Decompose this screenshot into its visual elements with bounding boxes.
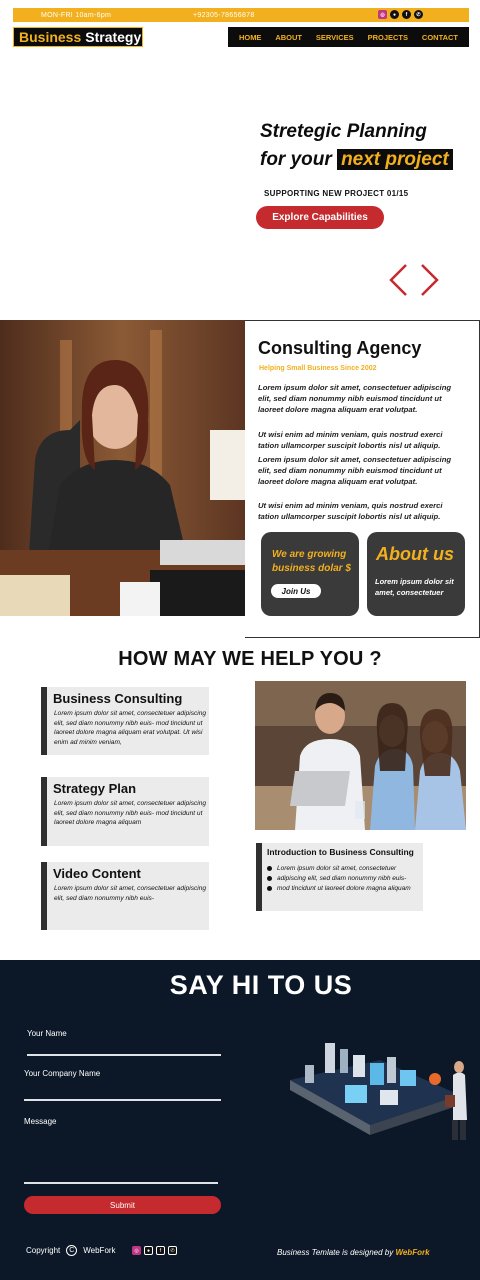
whatsapp-icon[interactable]: ✆ xyxy=(168,1246,177,1255)
service-video-content[interactable]: Video Content Lorem ipsum dolor sit amet… xyxy=(41,862,209,930)
list-item: Lorem ipsum dolor sit amet, consectetuer xyxy=(267,864,411,874)
hero-subtitle: SUPPORTING NEW PROJECT 01/15 xyxy=(264,189,409,198)
hero-highlight: next project xyxy=(337,149,453,170)
nav-services[interactable]: SERVICES xyxy=(316,33,354,42)
top-info-bar: MON-FRI 10am-6pm +92305-78656878 ◎ ● f ✆ xyxy=(13,8,469,22)
hero-line-2: for your next project xyxy=(260,146,453,174)
nav-home[interactable]: HOME xyxy=(239,33,262,42)
nav-contact[interactable]: CONTACT xyxy=(422,33,458,42)
message-field[interactable] xyxy=(24,1182,218,1184)
agency-subtitle: Helping Small Business Since 2002 xyxy=(259,365,377,372)
phone-number[interactable]: +92305-78656878 xyxy=(193,12,255,19)
smart-city-illustration xyxy=(290,1043,467,1140)
contact-heading: SAY HI TO US xyxy=(169,970,353,1000)
nav-about[interactable]: ABOUT xyxy=(275,33,302,42)
instagram-icon[interactable]: ◎ xyxy=(378,10,387,19)
service-business-consulting[interactable]: Business Consulting Lorem ipsum dolor si… xyxy=(41,687,209,755)
social-links: ◎ ● f ✆ xyxy=(378,10,423,19)
chevron-left-icon[interactable] xyxy=(388,263,408,297)
growing-text: We are growing business dolar $ xyxy=(272,549,351,574)
help-heading: HOW MAY WE HELP YOU ? xyxy=(118,648,382,670)
about-card: About us Lorem ipsum dolor sit amet, con… xyxy=(367,532,465,616)
hero-line-1: Stretegic Planning xyxy=(260,121,427,142)
footer-copyright: Copyright C WebFork xyxy=(26,1245,116,1256)
explore-capabilities-button[interactable]: Explore Capabilities xyxy=(256,206,384,229)
consultant-photo xyxy=(0,320,245,616)
name-label: Your Name xyxy=(27,1029,67,1038)
brand-logo[interactable]: Business Strategy xyxy=(13,27,143,47)
brand-part-1: Business xyxy=(19,29,82,45)
github-icon[interactable]: ● xyxy=(144,1246,153,1255)
team-meeting-photo xyxy=(255,681,466,830)
list-item: mod tincidunt ut laoreet dolore magna al… xyxy=(267,884,411,894)
message-label: Message xyxy=(24,1117,57,1126)
instagram-icon[interactable]: ◎ xyxy=(132,1246,141,1255)
whatsapp-icon[interactable]: ✆ xyxy=(414,10,423,19)
submit-button[interactable]: Submit xyxy=(24,1196,221,1214)
intro-card[interactable]: Introduction to Business Consulting Lore… xyxy=(256,843,423,911)
growing-card: We are growing business dolar $ Join Us xyxy=(261,532,359,616)
agency-paragraph: Lorem ipsum dolor sit amet, consectetuer… xyxy=(258,383,452,414)
brand-part-2: Strategy xyxy=(85,29,142,45)
footer-social-links: ◎ ● f ✆ xyxy=(132,1246,177,1255)
window-background xyxy=(0,0,120,320)
copyright-icon: C xyxy=(66,1245,78,1256)
hero-headline: Stretegic Planning for your next project xyxy=(260,118,453,174)
hero-line-2-prefix: for your xyxy=(260,149,332,170)
about-text: Lorem ipsum dolor sit amet, consectetuer xyxy=(375,577,454,597)
footer-brand[interactable]: WebFork xyxy=(83,1246,115,1255)
agency-paragraph: Lorem ipsum dolor sit amet, consectetuer… xyxy=(258,455,452,486)
agency-paragraph: Ut wisi enim ad minim veniam, quis nostr… xyxy=(258,501,443,521)
join-us-button[interactable]: Join Us xyxy=(271,584,321,598)
credit-brand[interactable]: WebFork xyxy=(395,1248,429,1257)
service-strategy-plan[interactable]: Strategy Plan Lorem ipsum dolor sit amet… xyxy=(41,777,209,846)
service-title: Video Content xyxy=(53,866,141,881)
chevron-right-icon[interactable] xyxy=(420,263,440,297)
agency-title: Consulting Agency xyxy=(258,338,422,358)
agency-paragraph: Ut wisi enim ad minim veniam, quis nostr… xyxy=(258,430,443,450)
service-text: Lorem ipsum dolor sit amet, consectetuer… xyxy=(54,885,207,902)
service-title: Business Consulting xyxy=(53,691,183,706)
main-nav: HOME ABOUT SERVICES PROJECTS CONTACT xyxy=(228,27,469,47)
intro-list: Lorem ipsum dolor sit amet, consectetuer… xyxy=(267,864,411,894)
credit-text: Business Temlate is designed by xyxy=(277,1248,394,1257)
name-field[interactable] xyxy=(27,1054,221,1056)
facebook-icon[interactable]: f xyxy=(402,10,411,19)
list-item: adipiscing elit, sed diam nonummy nibh e… xyxy=(267,874,411,884)
service-text: Lorem ipsum dolor sit amet, consectetuer… xyxy=(54,710,207,746)
company-field[interactable] xyxy=(24,1099,221,1101)
desk xyxy=(0,285,480,320)
service-title: Strategy Plan xyxy=(53,781,137,796)
company-label: Your Company Name xyxy=(24,1069,101,1078)
nav-projects[interactable]: PROJECTS xyxy=(368,33,408,42)
footer-credit: Business Temlate is designed by WebFork xyxy=(277,1248,430,1257)
facebook-icon[interactable]: f xyxy=(156,1246,165,1255)
github-icon[interactable]: ● xyxy=(390,10,399,19)
about-title: About us xyxy=(376,544,454,564)
intro-title: Introduction to Business Consulting xyxy=(267,847,414,857)
office-hours: MON-FRI 10am-6pm xyxy=(41,11,112,19)
service-text: Lorem ipsum dolor sit amet, consectetuer… xyxy=(54,800,207,826)
copyright-text: Copyright xyxy=(26,1246,61,1255)
